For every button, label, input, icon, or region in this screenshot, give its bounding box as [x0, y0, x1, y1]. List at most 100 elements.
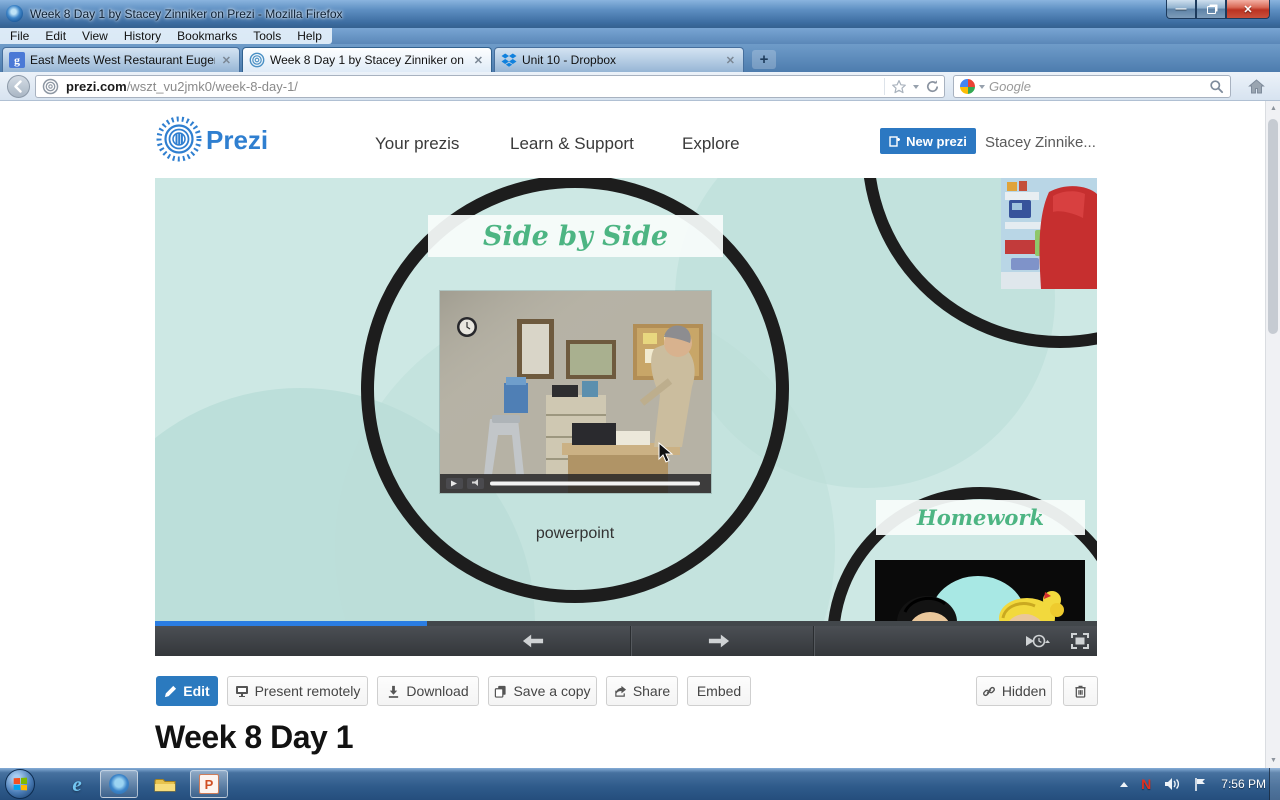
- search-box[interactable]: [953, 75, 1231, 98]
- bookmark-dropdown-icon[interactable]: [913, 85, 919, 89]
- home-button[interactable]: [1241, 75, 1271, 98]
- nav-explore[interactable]: Explore: [682, 134, 740, 154]
- cartoon-kids-image: [875, 560, 1085, 622]
- edit-label: Edit: [183, 683, 209, 699]
- firefox-icon: [6, 5, 23, 22]
- prezi-canvas[interactable]: Side by Side: [155, 178, 1097, 622]
- tab-close-icon[interactable]: ✕: [472, 54, 485, 67]
- browser-scrollbar[interactable]: ▲ ▼: [1265, 101, 1280, 768]
- window-controls: — ✕: [1166, 0, 1270, 19]
- share-button[interactable]: Share: [606, 676, 678, 706]
- search-engine-dropdown-icon[interactable]: [979, 85, 985, 89]
- tab-label: Unit 10 - Dropbox: [522, 53, 719, 67]
- window-title: Week 8 Day 1 by Stacey Zinniker on Prezi…: [30, 7, 343, 21]
- clock[interactable]: 7:56 PM: [1221, 777, 1266, 791]
- taskbar-powerpoint-button[interactable]: P: [190, 770, 228, 798]
- download-label: Download: [406, 683, 468, 699]
- copy-icon: [494, 685, 507, 698]
- mouse-cursor: [658, 442, 674, 464]
- nav-learn-support[interactable]: Learn & Support: [510, 134, 634, 154]
- google-search-engine-icon[interactable]: [960, 79, 975, 94]
- firefox-task-icon: [109, 774, 129, 794]
- bookmark-star-icon[interactable]: [891, 79, 907, 95]
- trash-icon: [1074, 684, 1087, 698]
- urlbar-tools: [884, 78, 940, 95]
- window-titlebar[interactable]: Week 8 Day 1 by Stacey Zinniker on Prezi…: [0, 0, 1280, 28]
- user-menu[interactable]: Stacey Zinnike...: [985, 134, 1096, 151]
- download-button[interactable]: Download: [377, 676, 479, 706]
- photo-store-scene: [1001, 178, 1097, 289]
- menu-edit[interactable]: Edit: [45, 29, 66, 43]
- menu-strip: File Edit View History Bookmarks Tools H…: [0, 28, 332, 44]
- start-button[interactable]: [5, 769, 35, 799]
- folder-icon: [154, 776, 176, 793]
- system-tray: N 7:56 PM: [1120, 768, 1266, 800]
- reload-icon[interactable]: [925, 79, 940, 94]
- menu-view[interactable]: View: [82, 29, 108, 43]
- taskbar-firefox-button[interactable]: [100, 770, 138, 798]
- next-step-button[interactable]: [696, 626, 742, 656]
- restore-icon: [1207, 6, 1216, 14]
- internet-explorer-icon: e: [72, 772, 81, 797]
- save-a-copy-label: Save a copy: [513, 683, 590, 699]
- show-desktop-button[interactable]: [1269, 768, 1280, 800]
- link-icon: [982, 685, 996, 698]
- scroll-up-icon[interactable]: ▲: [1270, 105, 1277, 112]
- autoplay-button[interactable]: [1017, 626, 1057, 656]
- tab-close-icon[interactable]: ✕: [724, 54, 737, 67]
- action-center-flag-icon[interactable]: [1193, 777, 1208, 792]
- save-a-copy-button[interactable]: Save a copy: [488, 676, 597, 706]
- search-input[interactable]: [989, 79, 1205, 94]
- url-bar[interactable]: prezi.com/wszt_vu2jmk0/week-8-day-1/: [35, 75, 945, 98]
- delete-button[interactable]: [1063, 676, 1098, 706]
- right-arrow-icon: [708, 633, 730, 649]
- prezi-brand-text[interactable]: Prezi: [206, 125, 268, 156]
- minimize-button[interactable]: —: [1166, 0, 1196, 19]
- menu-file[interactable]: File: [10, 29, 29, 43]
- scrollbar-thumb[interactable]: [1268, 119, 1278, 334]
- embed-button[interactable]: Embed: [687, 676, 751, 706]
- new-prezi-label: New prezi: [906, 134, 967, 149]
- scroll-down-icon[interactable]: ▼: [1270, 757, 1277, 764]
- frame-title-homework: Homework: [876, 500, 1085, 535]
- tab-close-icon[interactable]: ✕: [220, 54, 233, 67]
- prezi-favicon: [249, 52, 265, 68]
- menu-help[interactable]: Help: [297, 29, 322, 43]
- search-magnifier-icon[interactable]: [1209, 79, 1224, 94]
- new-prezi-button[interactable]: New prezi: [880, 128, 976, 154]
- previous-step-button[interactable]: [510, 626, 556, 656]
- back-arrow-icon: [12, 80, 25, 93]
- new-tab-button[interactable]: +: [752, 50, 776, 69]
- menu-tools[interactable]: Tools: [253, 29, 281, 43]
- video-caption: powerpoint: [475, 525, 675, 543]
- edit-button[interactable]: Edit: [156, 676, 218, 706]
- tab-east-meets-west[interactable]: g East Meets West Restaurant Eugene, ...…: [2, 47, 240, 72]
- close-button[interactable]: ✕: [1226, 0, 1270, 19]
- restore-button[interactable]: [1196, 0, 1226, 19]
- taskbar: e P N 7:56 PM: [0, 768, 1280, 800]
- menu-bookmarks[interactable]: Bookmarks: [177, 29, 237, 43]
- menu-history[interactable]: History: [124, 29, 161, 43]
- present-remotely-button[interactable]: Present remotely: [227, 676, 368, 706]
- url-path: /wszt_vu2jmk0/week-8-day-1/: [127, 79, 298, 94]
- tray-n-icon[interactable]: N: [1141, 776, 1151, 792]
- volume-icon[interactable]: [1164, 777, 1180, 791]
- tab-dropbox[interactable]: Unit 10 - Dropbox ✕: [494, 47, 744, 72]
- prezi-logo[interactable]: [155, 115, 203, 163]
- share-label: Share: [633, 683, 670, 699]
- taskbar-ie-icon[interactable]: e: [60, 770, 94, 798]
- hidden-visibility-button[interactable]: Hidden: [976, 676, 1052, 706]
- share-icon: [614, 685, 627, 698]
- navigation-toolbar: prezi.com/wszt_vu2jmk0/week-8-day-1/: [0, 72, 1280, 101]
- powerpoint-icon: P: [199, 774, 219, 794]
- nav-your-prezis[interactable]: Your prezis: [375, 134, 459, 154]
- tray-expand-icon[interactable]: [1120, 782, 1128, 787]
- autoplay-icon: [1024, 632, 1050, 650]
- tab-week8day1[interactable]: Week 8 Day 1 by Stacey Zinniker on P... …: [242, 47, 492, 72]
- prezi-control-bar: [155, 626, 1097, 656]
- new-prezi-icon: [889, 135, 901, 147]
- hidden-label: Hidden: [1002, 683, 1046, 699]
- back-button[interactable]: [7, 75, 30, 98]
- taskbar-explorer-button[interactable]: [148, 770, 182, 798]
- fullscreen-button[interactable]: [1063, 626, 1097, 656]
